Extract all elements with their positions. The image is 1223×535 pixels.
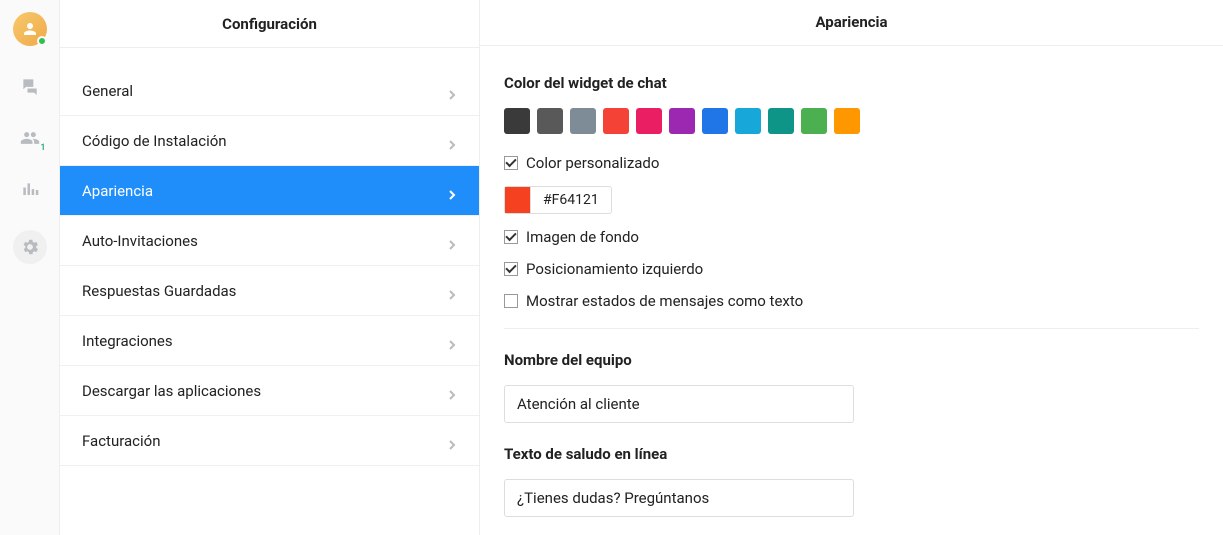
color-swatch-5[interactable] xyxy=(669,108,695,134)
team-name-title: Nombre del equipo xyxy=(504,351,1199,369)
chevron-right-icon xyxy=(447,436,457,446)
settings-item-label: Descargar las aplicaciones xyxy=(82,382,261,400)
settings-header: Configuración xyxy=(60,0,479,48)
settings-item-label: Auto-Invitaciones xyxy=(82,232,198,250)
user-avatar[interactable] xyxy=(13,12,47,46)
color-hex-value[interactable]: #F64121 xyxy=(531,187,611,213)
left-pos-row: Posicionamiento izquierdo xyxy=(504,260,1199,278)
settings-item-label: Facturación xyxy=(82,432,161,450)
stats-icon[interactable] xyxy=(18,178,42,202)
custom-color-row: Color personalizado xyxy=(504,154,1199,172)
bg-image-checkbox[interactable] xyxy=(504,230,518,244)
chevron-right-icon xyxy=(447,136,457,146)
settings-item-7[interactable]: Facturación xyxy=(60,416,479,466)
main-body: Color del widget de chat Color personali… xyxy=(480,46,1223,535)
settings-item-0[interactable]: General xyxy=(60,66,479,116)
chats-icon[interactable] xyxy=(18,74,42,98)
custom-color-input[interactable]: #F64121 xyxy=(504,186,612,214)
chevron-right-icon xyxy=(447,236,457,246)
custom-color-label: Color personalizado xyxy=(526,154,659,172)
settings-item-label: Respuestas Guardadas xyxy=(82,282,236,300)
color-swatch-2[interactable] xyxy=(570,108,596,134)
bg-image-row: Imagen de fondo xyxy=(504,228,1199,246)
custom-color-checkbox[interactable] xyxy=(504,156,518,170)
chevron-right-icon xyxy=(447,386,457,396)
settings-icon[interactable] xyxy=(13,230,47,264)
color-swatch-3[interactable] xyxy=(603,108,629,134)
settings-item-6[interactable]: Descargar las aplicaciones xyxy=(60,366,479,416)
chevron-right-icon xyxy=(447,286,457,296)
color-swatches xyxy=(504,108,1199,134)
settings-item-2[interactable]: Apariencia xyxy=(60,166,479,216)
chevron-right-icon xyxy=(447,186,457,196)
nav-rail: 1 xyxy=(0,0,60,535)
settings-item-3[interactable]: Auto-Invitaciones xyxy=(60,216,479,266)
color-swatch-8[interactable] xyxy=(768,108,794,134)
settings-item-label: General xyxy=(82,82,133,100)
settings-item-5[interactable]: Integraciones xyxy=(60,316,479,366)
color-swatch-0[interactable] xyxy=(504,108,530,134)
settings-item-label: Integraciones xyxy=(82,332,173,350)
status-dot-online xyxy=(37,36,47,46)
contacts-icon[interactable]: 1 xyxy=(18,126,42,150)
color-swatch-7[interactable] xyxy=(735,108,761,134)
settings-column: Configuración General Código de Instalaci… xyxy=(60,0,480,535)
team-name-input[interactable]: Atención al cliente xyxy=(504,385,854,423)
color-swatch-4[interactable] xyxy=(636,108,662,134)
left-pos-label: Posicionamiento izquierdo xyxy=(526,260,703,278)
color-swatch-1[interactable] xyxy=(537,108,563,134)
show-states-row: Mostrar estados de mensajes como texto xyxy=(504,292,1199,310)
left-pos-checkbox[interactable] xyxy=(504,262,518,276)
settings-item-label: Apariencia xyxy=(82,182,153,200)
widget-color-title: Color del widget de chat xyxy=(504,74,1199,92)
color-preview-swatch xyxy=(505,187,531,213)
main-column: Apariencia Color del widget de chat Colo… xyxy=(480,0,1223,535)
color-swatch-6[interactable] xyxy=(702,108,728,134)
settings-item-1[interactable]: Código de Instalación xyxy=(60,116,479,166)
show-states-label: Mostrar estados de mensajes como texto xyxy=(526,292,803,310)
greeting-title: Texto de saludo en línea xyxy=(504,445,1199,463)
show-states-checkbox[interactable] xyxy=(504,294,518,308)
greeting-input[interactable]: ¿Tienes dudas? Pregúntanos xyxy=(504,479,854,517)
chevron-right-icon xyxy=(447,336,457,346)
section-divider xyxy=(504,328,1199,329)
color-swatch-9[interactable] xyxy=(801,108,827,134)
contacts-badge: 1 xyxy=(40,143,45,153)
chevron-right-icon xyxy=(447,86,457,96)
bg-image-label: Imagen de fondo xyxy=(526,228,639,246)
main-header: Apariencia xyxy=(480,0,1223,46)
settings-list: General Código de Instalación Apariencia Au… xyxy=(60,48,479,466)
color-swatch-10[interactable] xyxy=(834,108,860,134)
settings-item-label: Código de Instalación xyxy=(82,132,227,150)
settings-item-4[interactable]: Respuestas Guardadas xyxy=(60,266,479,316)
